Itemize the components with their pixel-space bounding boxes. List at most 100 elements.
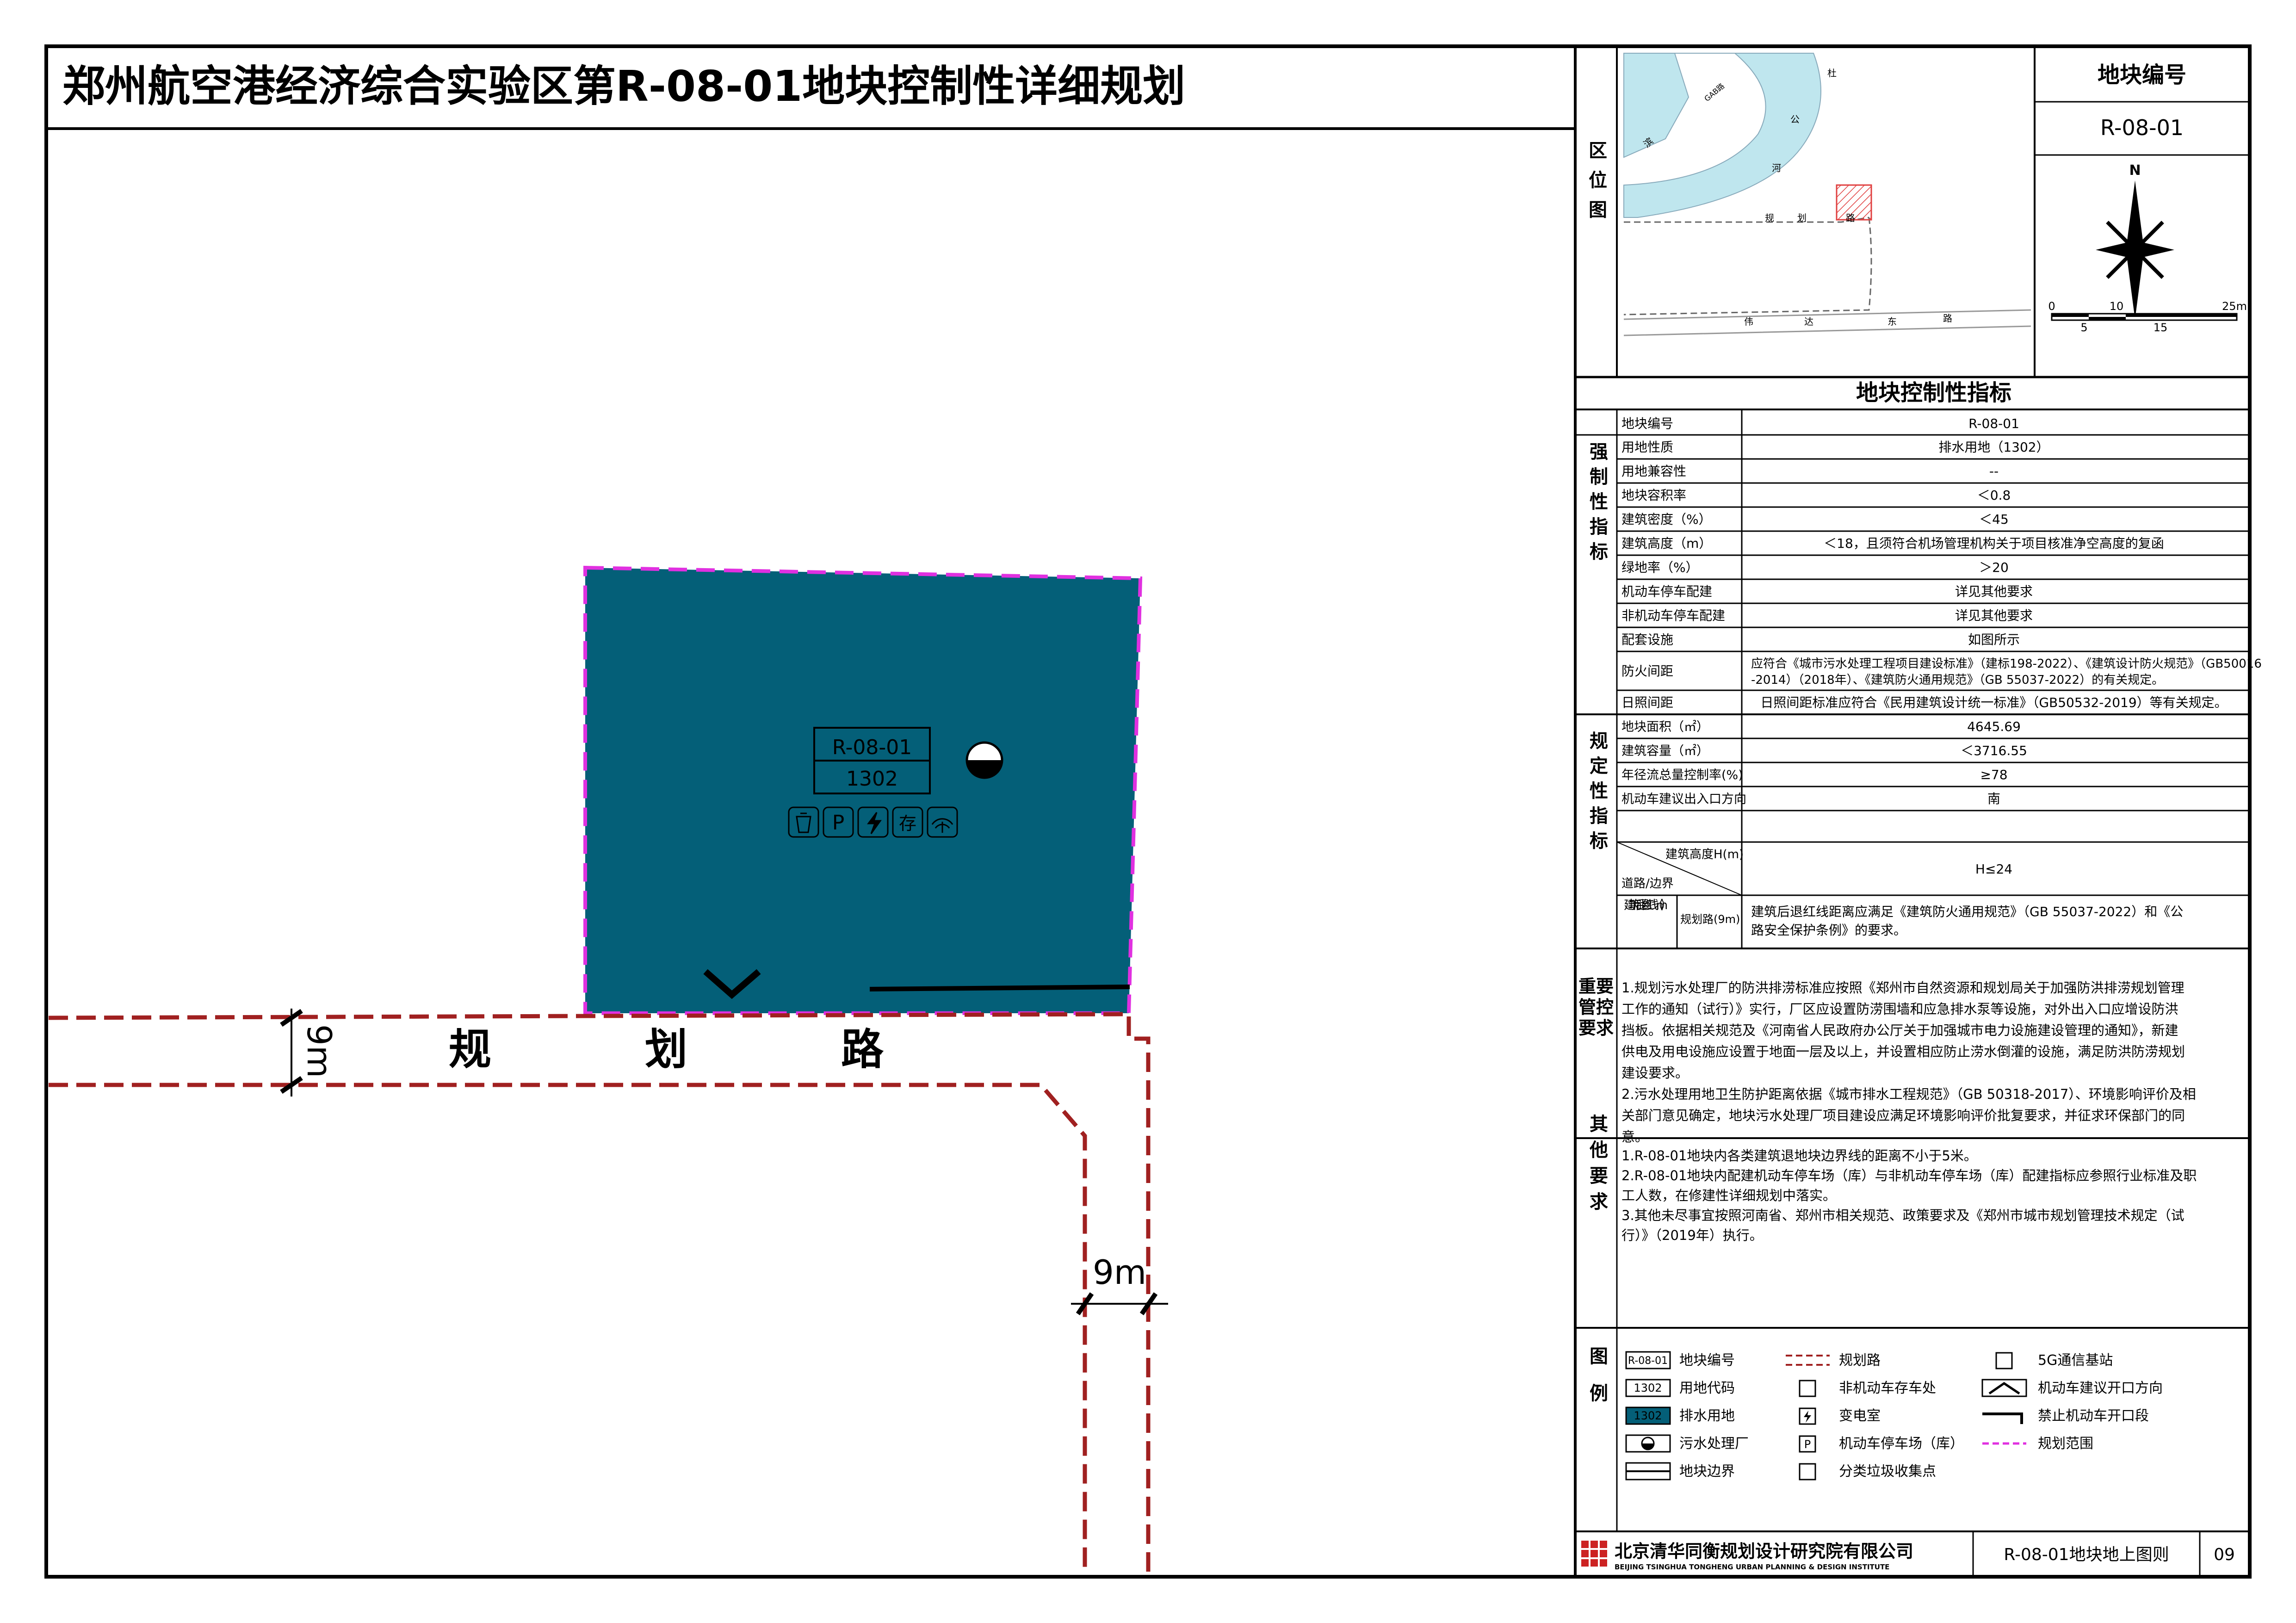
important-line-1: 工作的通知（试行）》实行，厂区应设置防涝围墙和应急排水泵等设施，对外出入口应增设… [1621,1001,2178,1017]
regulatory-label-2: 年径流总量控制率(%) [1621,768,1743,782]
other-line-1: 2.R-08-01地块内配建机动车停车场（库）与非机动车停车场（库）配建指标应参… [1621,1168,2197,1183]
regulatory-indicators: 地块面积（㎡） 4645.69 建筑容量（㎡） ＜3716.55 年径流总量控制率(%)… [1617,719,2250,812]
no-vehicle-opening-segment [869,985,1130,991]
mandatory-label-5: 绿地率（%） [1621,560,1699,575]
page-title: 郑州航空港经济综合实验区第R-08-01地块控制性详细规划 [62,62,1185,111]
mandatory-value-2: ＜0.8 [1977,488,2011,503]
important-requirements: 1.规划污水处理厂的防洪排涝标准应按照《郑州市自然资源和规划局关于加强防洪排涝规… [1621,980,2196,1145]
other-line-2: 工人数，在修建性详细规划中落实。 [1621,1188,1836,1203]
north-arrow-icon [2096,180,2174,319]
regulatory-label-1: 建筑容量（㎡） [1621,744,1709,758]
mandatory-value-9-line1: 应符合《城市污水处理工程项目建设标准》（建标198-2022）、《建筑设计防火规… [1751,657,2262,671]
regulatory-value-0: 4645.69 [1967,719,2021,734]
setback-row-label: 建筑后退红线（m） [1624,898,1672,912]
legend-bike-icon [1799,1380,1816,1397]
regulatory-value-3: 南 [1987,791,2000,806]
loc-bottom-road-char-4: 路 [1943,313,1952,324]
important-line-0: 1.规划污水处理厂的防洪排涝标准应按照《郑州市自然资源和规划局关于加强防洪排涝规… [1621,980,2185,996]
loc-bottom-road-char-2: 达 [1804,316,1813,327]
road-width-label-2: 9m [1093,1253,1146,1292]
parcel-number-value: R-08-01 [2100,115,2184,140]
mandatory-value-3: ＜45 [1979,512,2009,527]
legend-text-substation: 变电室 [1839,1408,1881,1424]
loc-river-char-3: 河 [1772,162,1781,173]
legend-no-opening-icon [1982,1412,2023,1424]
plan-map: R-08-01 1302 P 存 规 划 路 9m 9m [48,565,1168,1573]
mandatory-label-2: 地块容积率 [1621,488,1686,503]
legend-text-entrance: 机动车建议开口方向 [2038,1380,2163,1396]
mandatory-label-7: 非机动车停车配建 [1621,608,1725,623]
legend-sym-text-2: 1302 [1634,1409,1662,1422]
important-label-1: 重要 [1578,976,1614,997]
mandatory-label-1: 用地兼容性 [1621,464,1686,479]
mandatory-label-9: 防火间距 [1621,663,1673,679]
important-line-5: 2.污水处理用地卫生防护距离依据《城市排水工程规范》（GB 50318-2017… [1621,1086,2196,1102]
loc-bottom-road-char-1: 伟 [1744,316,1753,327]
mandatory-value-0: 排水用地（1302） [1938,440,2049,455]
important-label-3: 要求 [1578,1018,1614,1038]
mandatory-indicators: 用地性质 排水用地（1302） 用地兼容性 -- 地块容积率 ＜0.8 建筑密度（%） ＜45… [1575,440,2262,715]
legend-sym-text-parking: P [1804,1438,1811,1451]
drawing-name: R-08-01地块地上图则 [2004,1545,2169,1564]
height-row-value: H≤24 [1975,861,2012,877]
scale-label-25m: 25m [2222,300,2247,313]
other-line-4: 行）》（2019年）执行。 [1621,1227,1763,1243]
mandatory-value-10: 日照间距标准应符合《民用建筑设计统一标准》（GB50532-2019）等有关规定… [1760,695,2227,710]
mandatory-section-label: 强制性指标 [1586,442,1608,567]
mandatory-label-10: 日照间距 [1621,695,1673,710]
legend-text-5g: 5G通信基站 [2038,1352,2113,1369]
legend-trash-icon [1799,1463,1816,1481]
legend-label: 图例 [1586,1346,1608,1420]
location-map: 规 划 路 杜 公 河 伟 达 东 路 滨 GAB路 [1623,53,2031,336]
road-name-label: 规 划 路 [449,1025,939,1074]
loc-road-char-2: 划 [1797,212,1807,223]
other-line-0: 1.R-08-01地块内各类建筑退地块边界线的距离不小于5米。 [1621,1148,1977,1164]
mandatory-label-8: 配套设施 [1621,632,1673,647]
plan-sheet: 郑州航空港经济综合实验区第R-08-01地块控制性详细规划 R-08-01 13… [44,44,2262,1579]
legend-text-boundary: 地块边界 [1679,1463,1735,1480]
loc-river-char-2: 公 [1790,114,1800,125]
regulatory-label-0: 地块面积（㎡） [1621,720,1709,734]
scale-label-0: 0 [2048,300,2055,313]
mandatory-value-4: ＜18，且须符合机场管理机构关于项目核准净空高度的复函 [1824,536,2164,551]
legend-text-bike: 非机动车存车处 [1839,1380,1936,1396]
land-code-label: 1302 [846,767,898,791]
mandatory-label-3: 建筑密度（%） [1621,512,1712,527]
parcel-code-label: R-08-01 [832,736,912,759]
important-line-7: 意。 [1621,1129,1648,1145]
loc-river-char-1: 杜 [1827,68,1837,79]
regulatory-value-1: ＜3716.55 [1961,743,2027,758]
mandatory-label-4: 建筑高度（m） [1621,536,1712,551]
legend-sym-text-1: 1302 [1634,1381,1662,1394]
loc-road-char-1: 规 [1765,212,1774,223]
other-line-3: 3.其他未尽事宜按照河南省、郑州市相关规范、政策要求及《郑州市城市规划管理技术规… [1621,1208,2185,1223]
important-label-2: 管控 [1578,997,1614,1017]
legend-5g-icon [1995,1352,2013,1369]
mandatory-value-7: 详见其他要求 [1955,608,2033,623]
indicator-table-title: 地块控制性指标 [1856,380,2011,406]
parking-icon-text: P [832,811,845,835]
planned-road-lines [48,1012,1151,1573]
mandatory-value-5: ＞20 [1979,560,2009,575]
legend-text-parking: 机动车停车场（库） [1839,1436,1964,1452]
parcel-row-label: 地块编号 [1621,416,1673,431]
mandatory-value-6: 详见其他要求 [1955,584,2033,599]
important-line-6: 关部门意见确定，地块污水处理厂项目建设应满足环境影响评价批复要求，并征求环保部门… [1621,1108,2185,1123]
scale-label-15: 15 [2154,321,2168,334]
mandatory-value-9-line2: -2014）（2018年）、《建筑防火通用规范》（GB 55037-2022）的… [1751,673,2164,687]
important-line-2: 挡板。依据相关规范及《河南省人民政府办公厅关于加强城市电力设施建设管理的通知》，… [1621,1022,2178,1038]
height-row-label-top: 建筑高度H(m) [1665,848,1744,861]
mandatory-label-0: 用地性质 [1621,440,1673,455]
setback-row-value-2: 路安全保护条例》的要求。 [1751,923,1906,938]
company-name: 北京清华同衡规划设计研究院有限公司 [1615,1541,1913,1561]
legend-text-land-code: 用地代码 [1679,1380,1735,1396]
parcel-row-value: R-08-01 [1968,416,2019,431]
legend-sym-text-0: R-08-01 [1628,1355,1668,1367]
north-label: N [2129,162,2141,179]
scale-label-10: 10 [2110,300,2124,313]
bike-icon-text: 存 [899,813,916,834]
important-line-3: 供电及用电设施应设置于地面一层及以上，并设置相应防止涝水倒灌的设施，满足防洪防涝… [1621,1044,2185,1059]
legend-text-road: 规划路 [1839,1352,1881,1369]
setback-row-value-1: 建筑后退红线距离应满足《建筑防火通用规范》（GB 55037-2022）和《公 [1751,904,2183,919]
legend-text-no-opening: 禁止机动车开口段 [2038,1408,2149,1424]
